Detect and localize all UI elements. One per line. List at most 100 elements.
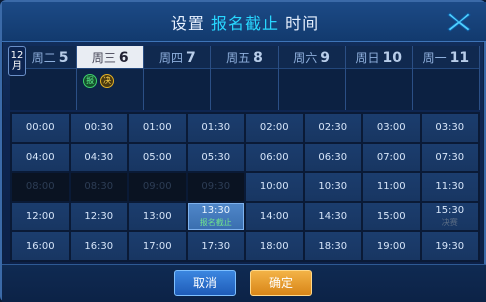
- time-slot[interactable]: 11:30: [421, 173, 478, 201]
- time-slot[interactable]: 03:30: [421, 114, 478, 142]
- time-slot-label: 01:00: [142, 122, 172, 134]
- day-tab-label: 周五 8: [211, 48, 277, 68]
- time-slot[interactable]: 19:00: [363, 232, 420, 260]
- time-slot[interactable]: 15:00: [363, 202, 420, 231]
- title-highlight: 报名截止: [210, 14, 279, 33]
- time-slot[interactable]: 19:30: [421, 232, 478, 260]
- day-tab-body: [412, 68, 479, 110]
- time-slot-label: 00:30: [84, 122, 114, 134]
- time-slot: 09:00: [129, 173, 186, 201]
- day-tab[interactable]: 周日 10: [345, 46, 413, 110]
- time-slot[interactable]: 05:30: [187, 143, 244, 172]
- time-slot-label: 04:00: [25, 151, 55, 163]
- day-tabs: 周二 5 周三 6 报决周四 7 周五 8 周六 9 周日 10 周一 11: [10, 46, 480, 110]
- time-slot[interactable]: 10:30: [304, 173, 361, 201]
- time-slot[interactable]: 16:00: [12, 232, 69, 260]
- time-slot[interactable]: 18:00: [246, 232, 303, 260]
- time-slot-label: 19:00: [376, 240, 406, 252]
- weekday-label: 周一: [422, 51, 447, 65]
- day-tab-body: [211, 68, 278, 110]
- time-slot[interactable]: 02:30: [304, 114, 361, 142]
- time-slot[interactable]: 13:00: [129, 202, 186, 231]
- time-slot-label: 13:30: [201, 205, 231, 217]
- time-slot[interactable]: 18:30: [304, 232, 361, 260]
- time-slot-label: 17:00: [142, 240, 172, 252]
- time-slot[interactable]: 07:00: [363, 143, 420, 172]
- day-tab[interactable]: 周五 8: [211, 46, 279, 110]
- time-slot[interactable]: 14:00: [246, 202, 303, 231]
- day-tab-body: [278, 68, 345, 110]
- time-slot[interactable]: 00:30: [70, 114, 127, 142]
- day-tab[interactable]: 周六 9: [278, 46, 346, 110]
- time-slot-label: 06:00: [259, 151, 289, 163]
- day-tab-body: [345, 68, 412, 110]
- time-slot-label: 08:00: [25, 181, 55, 193]
- day-tab[interactable]: 周四 7: [144, 46, 212, 110]
- weekday-label: 周二: [31, 51, 56, 65]
- day-tab[interactable]: 周三 6 报决: [77, 46, 145, 110]
- day-tab-label: 周日 10: [346, 48, 412, 68]
- weekday-label: 周六: [293, 51, 318, 65]
- time-slot-label: 15:00: [376, 211, 406, 223]
- time-slot-label: 02:00: [259, 122, 289, 134]
- day-tab-body: [144, 68, 211, 110]
- time-slot-label: 17:30: [201, 240, 231, 252]
- cancel-button[interactable]: 取消: [174, 270, 236, 296]
- time-slot[interactable]: 06:30: [304, 143, 361, 172]
- time-slot[interactable]: 15:30 决赛: [421, 202, 478, 231]
- time-slot[interactable]: 01:30: [187, 114, 244, 142]
- day-date: 7: [185, 50, 196, 66]
- time-slot[interactable]: 02:00: [246, 114, 303, 142]
- time-slot[interactable]: 07:30: [421, 143, 478, 172]
- close-button[interactable]: [442, 8, 476, 36]
- time-slot-label: 19:30: [435, 240, 465, 252]
- time-slot-note: 报名截止: [199, 218, 232, 228]
- time-slot-label: 10:30: [318, 181, 348, 193]
- dialog-frame: 设置 报名截止 时间 12 月 周二 5 周三 6 报决周四 7 周五 8 周六 9 周日 10 周一 1…: [0, 0, 486, 302]
- time-slot[interactable]: 01:00: [129, 114, 186, 142]
- time-slot-label: 09:30: [201, 181, 231, 193]
- time-slot[interactable]: 12:00: [12, 202, 69, 231]
- time-slot[interactable]: 04:00: [12, 143, 69, 172]
- time-slot-label: 05:30: [201, 151, 231, 163]
- time-slot[interactable]: 00:00: [12, 114, 69, 142]
- time-slot[interactable]: 11:00: [363, 173, 420, 201]
- time-slot-label: 06:30: [318, 151, 348, 163]
- signup-badge: 报: [83, 74, 98, 88]
- time-slot[interactable]: 14:30: [304, 202, 361, 231]
- time-slot-label: 14:00: [259, 211, 289, 223]
- time-slot[interactable]: 10:00: [246, 173, 303, 201]
- time-slot-label: 15:30: [435, 205, 465, 217]
- time-slot-label: 11:30: [435, 181, 465, 193]
- time-slot[interactable]: 05:00: [129, 143, 186, 172]
- time-slot: 08:30: [70, 173, 127, 201]
- time-slot[interactable]: 04:30: [70, 143, 127, 172]
- confirm-button[interactable]: 确定: [250, 270, 312, 296]
- time-slot[interactable]: 17:30: [187, 232, 244, 260]
- time-slot-label: 01:30: [201, 122, 231, 134]
- month-badge: 12 月: [8, 46, 26, 76]
- day-tab[interactable]: 周一 11: [412, 46, 480, 110]
- time-slot-label: 18:00: [259, 240, 289, 252]
- time-slot[interactable]: 12:30: [70, 202, 127, 231]
- time-slot[interactable]: 03:00: [363, 114, 420, 142]
- time-slot-label: 10:00: [259, 181, 289, 193]
- day-tab-label: 周四 7: [144, 48, 210, 68]
- time-slot-label: 16:30: [84, 240, 114, 252]
- time-slot-label: 04:30: [84, 151, 114, 163]
- day-tab-label: 周六 9: [279, 48, 345, 68]
- time-slot-label: 02:30: [318, 122, 348, 134]
- event-badges: 报决: [83, 74, 115, 88]
- time-slot-label: 03:30: [435, 122, 465, 134]
- day-date: 5: [58, 50, 69, 66]
- time-slot[interactable]: 06:00: [246, 143, 303, 172]
- time-slot-label: 18:30: [318, 240, 348, 252]
- title-prefix: 设置: [170, 14, 205, 33]
- day-date: 9: [320, 50, 331, 66]
- time-slot[interactable]: 13:30 报名截止: [187, 202, 244, 231]
- dialog-title: 设置 报名截止 时间: [2, 10, 486, 34]
- time-slot[interactable]: 17:00: [129, 232, 186, 260]
- time-slot-label: 03:00: [376, 122, 406, 134]
- time-slot: 08:00: [12, 173, 69, 201]
- time-slot[interactable]: 16:30: [70, 232, 127, 260]
